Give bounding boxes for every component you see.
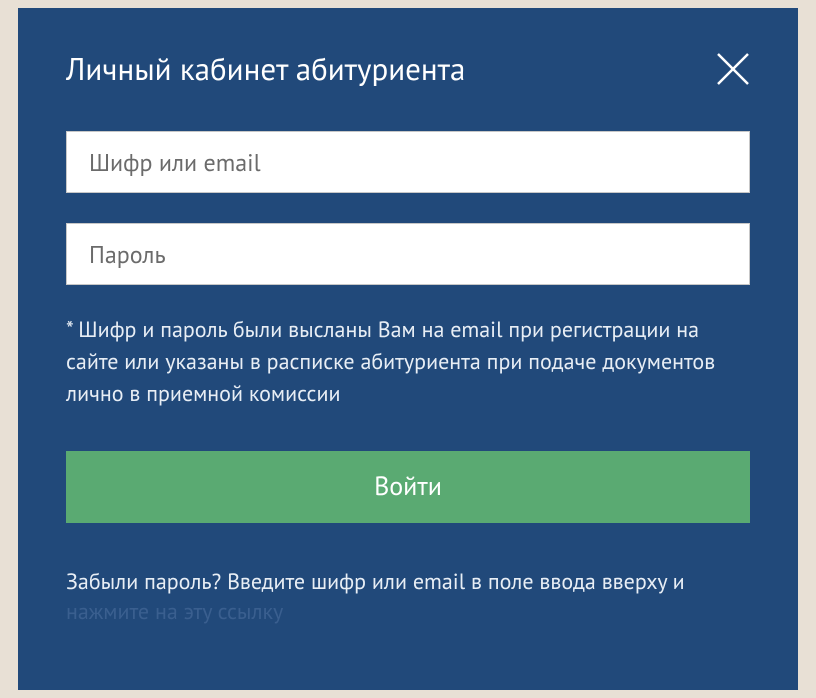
close-icon[interactable] [716,52,750,86]
modal-header: Личный кабинет абитуриента [66,48,750,89]
forgot-password-link[interactable]: нажмите на эту ссылку [66,598,283,626]
login-input[interactable] [66,131,750,193]
forgot-password-text: Забыли пароль? Введите шифр или email в … [66,567,750,629]
login-button[interactable]: Войти [66,451,750,523]
password-input[interactable] [66,223,750,285]
forgot-prefix: Забыли пароль? Введите шифр или email в … [66,568,685,596]
modal-title: Личный кабинет абитуриента [66,48,465,89]
info-text: * Шифр и пароль были высланы Вам на emai… [66,315,750,411]
login-modal: Личный кабинет абитуриента * Шифр и паро… [18,8,798,690]
